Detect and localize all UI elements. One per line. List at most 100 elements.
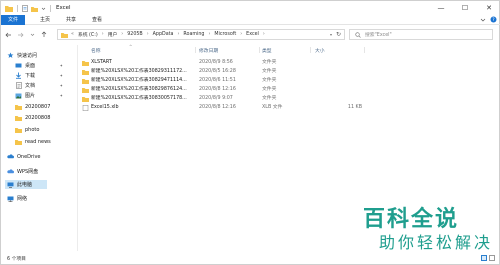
file-row[interactable]: Excel15.xlb 2020/8/8 12:16 XLB 文件 11 KB	[81, 104, 421, 112]
nav-item-network[interactable]: 网络	[7, 194, 77, 203]
new-folder-icon[interactable]	[31, 5, 38, 12]
column-header-date[interactable]: 修改日期	[199, 45, 218, 55]
cloud-icon	[7, 154, 14, 160]
file-date: 2020/8/6 11:51	[199, 78, 236, 83]
file-size	[315, 59, 362, 67]
nav-item-folder-20200807[interactable]: 20200807	[15, 102, 77, 111]
window-controls: — ☐ ✕	[429, 1, 500, 15]
cloud-icon	[7, 169, 14, 175]
nav-item-label: read news	[25, 138, 51, 145]
back-button[interactable]	[3, 30, 13, 40]
nav-item-label: 此电脑	[17, 182, 33, 188]
nav-item-label: OneDrive	[17, 153, 41, 160]
nav-item-label: 下载	[25, 73, 36, 79]
help-icon[interactable]: ?	[490, 16, 497, 23]
breadcrumb-user[interactable]: 9205B	[127, 32, 143, 37]
nav-item-folder-read-news[interactable]: read news	[15, 137, 77, 146]
folder-icon	[61, 32, 68, 38]
quick-access-toolbar	[1, 4, 52, 12]
chevron-down-icon[interactable]	[480, 17, 486, 23]
nav-item-documents[interactable]: 文档 ✦	[15, 81, 77, 90]
file-type: 文件夹	[262, 69, 277, 74]
breadcrumb-microsoft[interactable]: Microsoft	[214, 32, 236, 37]
nav-item-this-pc[interactable]: 此电脑	[5, 180, 47, 189]
nav-item-label: 20200808	[25, 114, 51, 121]
file-name: Excel15.xlb	[91, 105, 119, 110]
file-size	[315, 86, 362, 94]
breadcrumb-users[interactable]: 用户	[108, 31, 118, 38]
nav-pane-divider[interactable]	[77, 45, 78, 251]
file-row[interactable]: 新建%20XLSX%20工作表30829471114... 2020/8/6 1…	[81, 77, 421, 85]
nav-item-quick-access[interactable]: 快速访问	[7, 51, 83, 60]
nav-item-label: 网络	[17, 196, 28, 202]
file-type: 文件夹	[262, 96, 277, 101]
column-header-type[interactable]: 类型	[262, 45, 272, 55]
column-divider[interactable]	[310, 47, 311, 53]
pin-icon: ✦	[59, 83, 63, 88]
up-button[interactable]	[39, 30, 49, 40]
file-type: XLB 文件	[262, 105, 283, 110]
breadcrumb-separator: ›	[262, 32, 265, 37]
file-row[interactable]: 新建%20XLSX%20工作表30830057178... 2020/8/9 9…	[81, 95, 421, 103]
search-box[interactable]: 搜索"Excel"	[349, 29, 493, 40]
nav-item-pictures[interactable]: 图片 ✦	[15, 91, 77, 100]
explorer-window: Excel — ☐ ✕ 文件 主页 共享 查看 ? « 系统 (C:) › 用户…	[0, 0, 500, 265]
column-header-size[interactable]: 大小	[315, 45, 325, 55]
tab-share[interactable]: 共享	[61, 15, 81, 25]
column-divider[interactable]	[259, 47, 260, 53]
nav-item-downloads[interactable]: 下载 ✦	[15, 71, 77, 80]
file-date: 2020/8/9 8:56	[199, 60, 233, 65]
nav-item-onedrive[interactable]: OneDrive	[7, 152, 77, 161]
navigation-pane: 快速访问 桌面 ✦ 下载 ✦ 文档 ✦ 图片 ✦ 20200807 202008…	[1, 45, 77, 251]
item-count: 6 个项目	[7, 257, 26, 262]
nav-item-wps-drive[interactable]: WPS网盘	[7, 167, 77, 176]
watermark: 百科全说 助你轻松解决	[353, 201, 493, 257]
file-size	[315, 77, 362, 85]
breadcrumb-roaming[interactable]: Roaming	[183, 32, 204, 37]
ribbon-right: ?	[480, 16, 497, 23]
maximize-button[interactable]: ☐	[453, 1, 477, 15]
recent-locations-button[interactable]	[27, 30, 37, 40]
column-header-type-label: 类型	[262, 48, 272, 54]
breadcrumb-separator: ›	[101, 32, 104, 37]
column-header-name-label: 名称	[91, 48, 101, 54]
minimize-button[interactable]: —	[429, 1, 453, 15]
properties-icon[interactable]	[22, 4, 28, 12]
pin-icon: ✦	[59, 63, 63, 68]
breadcrumb-excel[interactable]: Excel	[246, 32, 259, 37]
column-header-name[interactable]: 名称	[91, 45, 101, 55]
file-row[interactable]: XLSTART 2020/8/9 8:56 文件夹	[81, 59, 421, 67]
toolbar-divider	[50, 4, 51, 12]
nav-item-label: 图片	[25, 93, 36, 99]
nav-item-folder-20200808[interactable]: 20200808	[15, 113, 77, 122]
column-divider[interactable]	[364, 47, 365, 53]
breadcrumb-drive[interactable]: 系统 (C:)	[78, 31, 98, 38]
nav-item-desktop[interactable]: 桌面 ✦	[15, 61, 77, 70]
file-row[interactable]: 新建%20XLSX%20工作表30829311172... 2020/8/5 1…	[81, 68, 421, 76]
column-divider[interactable]	[195, 47, 196, 53]
nav-item-folder-photo[interactable]: photo	[15, 125, 77, 134]
folder-icon	[82, 97, 89, 102]
tab-file[interactable]: 文件	[1, 14, 26, 25]
address-bar[interactable]: « 系统 (C:) › 用户 › 9205B › AppData › Roami…	[57, 29, 345, 40]
tab-view[interactable]: 查看	[87, 15, 107, 25]
file-name: 新建%20XLSX%20工作表30830057178...	[91, 96, 187, 101]
breadcrumb-separator: «	[71, 32, 74, 37]
folder-icon	[15, 139, 22, 145]
network-icon	[7, 196, 14, 202]
arrow-right-icon	[17, 32, 23, 37]
breadcrumb-appdata[interactable]: AppData	[153, 32, 174, 37]
arrow-up-icon	[41, 31, 47, 37]
close-button[interactable]: ✕	[477, 1, 500, 15]
column-header-size-label: 大小	[315, 48, 325, 54]
title-bar: Excel — ☐ ✕	[1, 1, 500, 15]
tab-home[interactable]: 主页	[35, 15, 55, 25]
address-dropdown-icon[interactable]: ▾	[330, 32, 332, 37]
refresh-icon[interactable]: ↻	[336, 31, 341, 38]
picture-icon	[15, 93, 22, 99]
forward-button[interactable]	[15, 30, 25, 40]
file-row[interactable]: 新建%20XLSX%20工作表30829876124... 2020/8/8 1…	[81, 86, 421, 94]
file-date: 2020/8/8 12:16	[199, 105, 236, 110]
nav-item-label: 桌面	[25, 63, 36, 69]
customize-toolbar-icon[interactable]	[41, 5, 46, 12]
